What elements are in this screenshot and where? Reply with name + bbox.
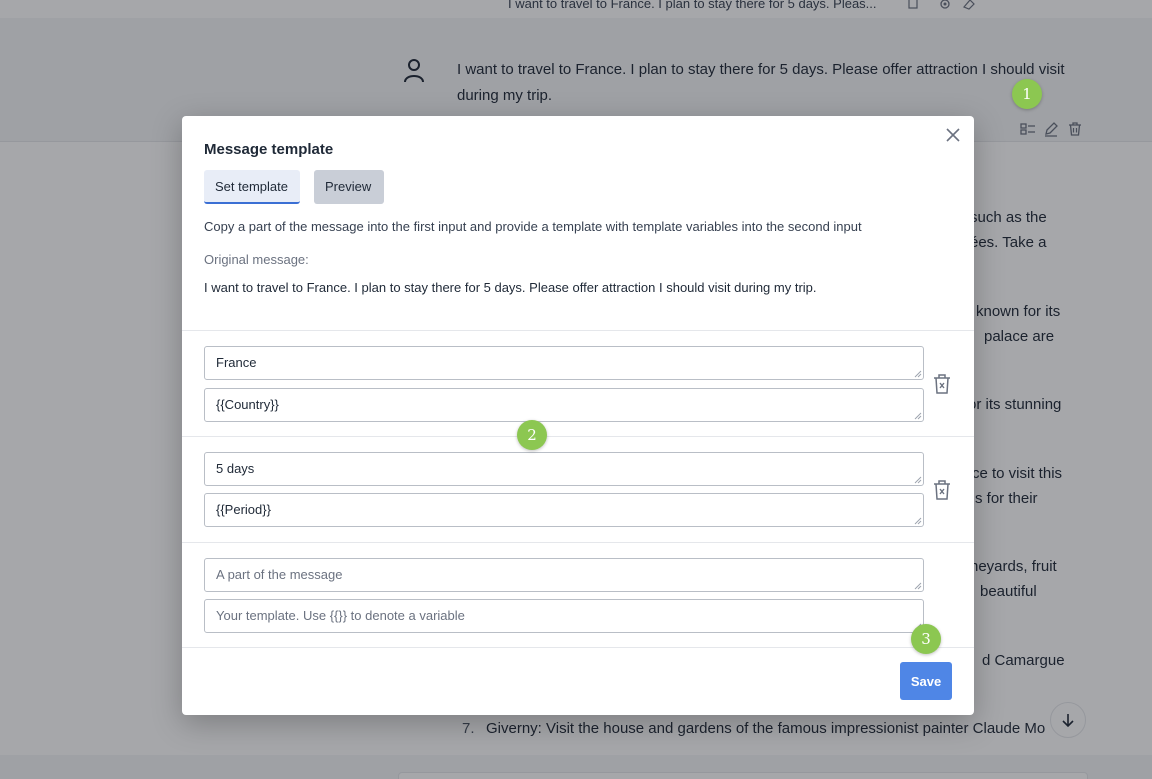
resize-grip-icon[interactable] [914,412,922,420]
modal-description: Copy a part of the message into the firs… [204,219,862,234]
template-pair: France {{Country}} [182,330,974,436]
resize-grip-icon[interactable] [914,582,922,590]
resize-grip-icon[interactable] [914,476,922,484]
message-part-placeholder: A part of the message [216,567,343,582]
delete-pair-icon[interactable] [932,479,952,501]
message-part-value: France [216,355,257,370]
message-part-input[interactable]: 5 days [204,452,924,486]
modal-footer [182,647,974,648]
resize-grip-icon[interactable] [914,370,922,378]
original-message-text: I want to travel to France. I plan to st… [204,280,817,295]
close-icon[interactable] [942,124,964,146]
new-message-part-input[interactable]: A part of the message [204,558,924,592]
tab-preview[interactable]: Preview [314,170,384,204]
modal-title: Message template [204,141,334,158]
tab-set-template[interactable]: Set template [204,170,300,204]
annotation-badge: 1 [1012,79,1042,109]
template-value: {{Country}} [216,397,279,412]
template-value: {{Period}} [216,502,271,517]
template-input[interactable]: {{Period}} [204,493,924,527]
delete-pair-icon[interactable] [932,373,952,395]
annotation-badge: 2 [517,420,547,450]
save-button[interactable]: Save [900,662,952,700]
template-input[interactable]: {{Country}} [204,388,924,422]
template-pair: 5 days {{Period}} [182,436,974,542]
template-placeholder: Your template. Use {{}} to denote a vari… [216,608,465,623]
message-template-modal: Message template Set template Preview Co… [182,116,974,715]
annotation-badge: 3 [911,624,941,654]
new-template-pair: A part of the message Your template. Use… [182,542,974,647]
message-part-input[interactable]: France [204,346,924,380]
message-part-value: 5 days [216,461,255,476]
new-template-input[interactable]: Your template. Use {{}} to denote a vari… [204,599,924,633]
resize-grip-icon[interactable] [914,517,922,525]
original-message-label: Original message: [204,252,309,267]
